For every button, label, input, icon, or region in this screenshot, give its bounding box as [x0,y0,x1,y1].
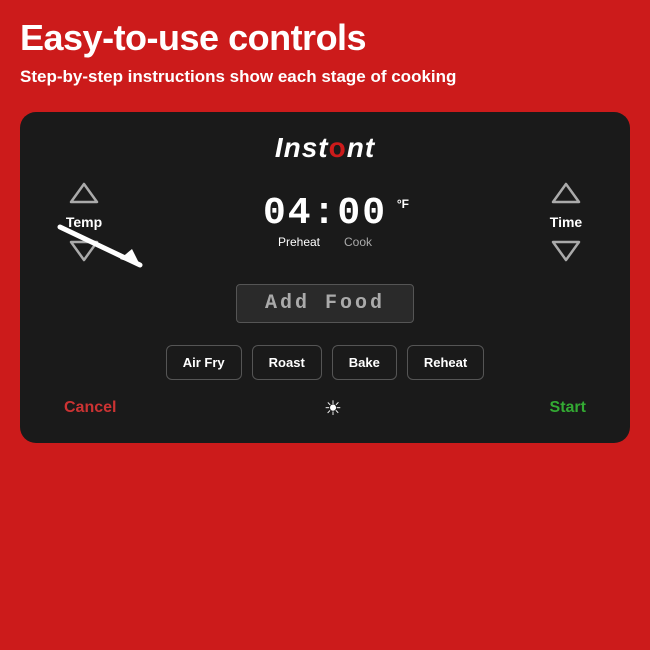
add-food-row: Add Food [44,276,606,331]
logo-text-part1: Inst [275,132,329,163]
cook-label: Cook [344,235,372,249]
start-button[interactable]: Start [550,399,586,417]
bottom-controls: Cancel ☀ Start [44,396,606,421]
brand-logo: Instont [44,132,606,164]
temp-unit: °F [397,197,409,211]
mode-labels: Preheat Cook [278,235,372,249]
roast-button[interactable]: Roast [252,345,322,380]
bake-button[interactable]: Bake [332,345,397,380]
main-title: Easy-to-use controls [20,18,630,58]
time-arrow-down[interactable] [548,236,584,266]
time-section: Time [526,178,606,266]
time-label: Time [550,214,582,230]
add-food-display: Add Food [236,284,414,323]
air-fry-button[interactable]: Air Fry [166,345,242,380]
display-area: 04:00 °F Preheat Cook [124,195,526,249]
temp-label: Temp [66,214,102,230]
temp-arrow-up[interactable] [66,178,102,208]
preheat-label: Preheat [278,235,320,249]
temp-arrow-down[interactable] [66,236,102,266]
cancel-button[interactable]: Cancel [64,399,116,417]
logo-o: o [329,132,347,163]
reheat-button[interactable]: Reheat [407,345,484,380]
logo-text-part3: nt [347,132,375,163]
time-display: 04:00 [263,195,387,233]
subtitle: Step-by-step instructions show each stag… [20,66,630,88]
header-section: Easy-to-use controls Step-by-step instru… [0,0,650,98]
add-food-text: Add Food [265,292,385,315]
controls-row: Temp 04:00 °F Preheat Cook [44,178,606,266]
time-display-container: 04:00 °F [263,195,387,233]
time-arrow-up[interactable] [548,178,584,208]
light-icon[interactable]: ☀ [324,396,342,421]
temp-section: Temp [44,178,124,266]
function-buttons: Air Fry Roast Bake Reheat [44,345,606,380]
device-panel: Instont Temp 04:00 °F Preheat [20,112,630,443]
